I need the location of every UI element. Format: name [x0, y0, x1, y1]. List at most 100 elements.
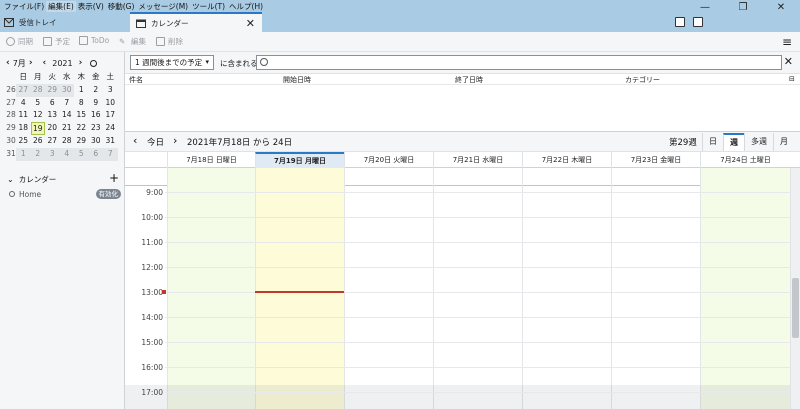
day-header[interactable]: 7月20日 火曜日 — [344, 152, 433, 168]
minical-day[interactable]: 13 — [45, 109, 60, 122]
minical-day[interactable]: 17 — [103, 109, 118, 122]
tab-day-view[interactable]: 日 — [702, 133, 723, 151]
enable-calendar-badge[interactable]: 有効化 — [95, 189, 121, 199]
new-todo-button[interactable]: ToDo — [79, 36, 109, 45]
edit-button[interactable]: ✎ 編集 — [119, 36, 146, 47]
menu-file[interactable]: ファイル(F) — [2, 1, 46, 12]
minical-day[interactable]: 4 — [16, 97, 31, 110]
next-month-icon[interactable]: › — [29, 58, 33, 68]
minical-day[interactable]: 28 — [60, 135, 75, 148]
minical-day[interactable]: 31 — [103, 135, 118, 148]
tab-inbox[interactable]: 受信トレイ — [4, 12, 124, 32]
prev-year-icon[interactable]: ‹ — [43, 58, 47, 68]
column-title[interactable]: 件名 — [129, 75, 143, 85]
minical-day[interactable]: 20 — [45, 122, 60, 135]
new-event-button[interactable]: 予定 — [43, 36, 70, 47]
minical-day[interactable]: 27 — [45, 135, 60, 148]
minical-day[interactable]: 25 — [16, 135, 31, 148]
column-picker-icon[interactable]: ⊟ — [789, 75, 795, 83]
clear-search-icon[interactable]: ✕ — [784, 55, 793, 68]
minical-day[interactable]: 15 — [74, 109, 89, 122]
column-end[interactable]: 終了日時 — [455, 75, 483, 85]
minical-day[interactable]: 5 — [31, 97, 46, 110]
minical-day[interactable]: 16 — [89, 109, 104, 122]
minical-day[interactable]: 21 — [60, 122, 75, 135]
chevron-down-icon[interactable]: ⌄ — [7, 175, 14, 184]
day-header[interactable]: 7月18日 日曜日 — [167, 152, 255, 168]
all-day-cell[interactable] — [611, 168, 700, 186]
minical-day[interactable]: 10 — [103, 97, 118, 110]
close-icon[interactable]: ✕ — [246, 17, 255, 30]
minical-day[interactable]: 3 — [45, 147, 60, 161]
minical-day[interactable]: 23 — [89, 122, 104, 135]
minical-day[interactable]: 26 — [31, 135, 46, 148]
column-category[interactable]: カテゴリー — [625, 75, 660, 85]
delete-button[interactable]: 削除 — [156, 36, 183, 47]
tab-calendar[interactable]: カレンダー ✕ — [130, 12, 262, 32]
minical-day[interactable]: 7 — [60, 97, 75, 110]
day-column[interactable] — [700, 186, 790, 409]
scrollbar-thumb[interactable] — [792, 278, 799, 338]
day-header[interactable]: 7月24日 土曜日 — [700, 152, 790, 168]
app-menu-icon[interactable]: ≡ — [782, 35, 792, 49]
day-column[interactable] — [167, 186, 255, 409]
next-year-icon[interactable]: › — [79, 58, 83, 68]
day-column[interactable] — [344, 186, 433, 409]
month-label[interactable]: 7月 — [13, 58, 26, 69]
prev-month-icon[interactable]: ‹ — [6, 58, 10, 68]
minical-day[interactable]: 3 — [103, 84, 118, 97]
minical-day[interactable]: 2 — [89, 84, 104, 97]
prev-week-button[interactable]: ‹ — [133, 134, 137, 147]
next-week-button[interactable]: › — [173, 134, 177, 147]
tab-multiweek-view[interactable]: 多週 — [744, 133, 773, 151]
day-header-today[interactable]: 7月19日 月曜日 — [255, 152, 344, 168]
today-circle-icon[interactable] — [90, 59, 98, 67]
minical-day[interactable]: 11 — [16, 109, 31, 122]
calendar-list-header[interactable]: ⌄ カレンダー + — [0, 172, 125, 186]
add-calendar-button[interactable]: + — [109, 172, 119, 185]
year-label[interactable]: 2021 — [52, 59, 72, 68]
minical-day[interactable]: 1 — [74, 84, 89, 97]
tab-week-view[interactable]: 週 — [723, 133, 744, 151]
all-day-cell[interactable] — [700, 168, 790, 186]
event-filter-select[interactable]: 1 週間後までの予定 ▾ — [130, 55, 214, 70]
menu-edit[interactable]: 編集(E) — [46, 1, 76, 12]
minical-day[interactable]: 30 — [59, 83, 74, 97]
minical-day[interactable]: 1 — [16, 147, 31, 161]
all-day-cell[interactable] — [167, 168, 255, 186]
minical-day[interactable]: 28 — [30, 83, 45, 97]
column-start[interactable]: 開始日時 — [283, 75, 311, 85]
minical-day[interactable]: 4 — [59, 147, 74, 161]
day-column[interactable] — [433, 186, 522, 409]
day-header[interactable]: 7月23日 金曜日 — [611, 152, 700, 168]
minical-day[interactable]: 27 — [16, 83, 31, 97]
grid-scrollbar[interactable] — [790, 168, 800, 409]
minical-day[interactable]: 24 — [103, 122, 118, 135]
all-day-cell[interactable] — [433, 168, 522, 186]
minical-day[interactable]: 19 — [30, 122, 45, 135]
minical-day[interactable]: 22 — [74, 122, 89, 135]
menu-go[interactable]: 移動(G) — [106, 1, 137, 12]
minical-day[interactable]: 6 — [88, 147, 103, 161]
calendar-tab-icon[interactable] — [675, 17, 685, 27]
minical-day[interactable]: 29 — [74, 135, 89, 148]
all-day-cell[interactable] — [255, 168, 344, 186]
menu-tools[interactable]: ツール(T) — [190, 1, 227, 12]
minical-day[interactable]: 2 — [30, 147, 45, 161]
minical-day[interactable]: 30 — [89, 135, 104, 148]
menu-help[interactable]: ヘルプ(H) — [227, 1, 265, 12]
tab-month-view[interactable]: 月 — [773, 133, 794, 151]
day-column-today[interactable] — [255, 186, 344, 409]
minical-day[interactable]: 29 — [45, 83, 60, 97]
day-column[interactable] — [611, 186, 700, 409]
minical-day[interactable]: 6 — [45, 97, 60, 110]
day-header[interactable]: 7月21日 水曜日 — [433, 152, 522, 168]
day-column[interactable] — [522, 186, 611, 409]
event-search-input[interactable] — [256, 55, 782, 70]
minical-day[interactable]: 12 — [31, 109, 46, 122]
all-day-cell[interactable] — [344, 168, 433, 186]
sync-button[interactable]: 同期 — [6, 36, 33, 47]
calendar-item-home[interactable]: Home 有効化 — [0, 186, 125, 202]
event-list[interactable] — [125, 85, 800, 132]
today-button[interactable]: 今日 — [147, 136, 164, 148]
